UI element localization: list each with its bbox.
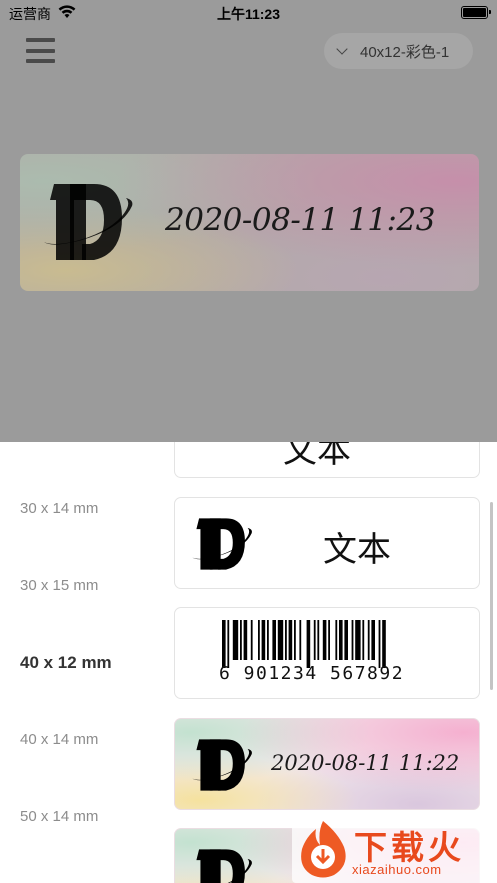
chevron-down-icon [336,43,348,55]
barcode-bar [288,620,293,660]
hamburger-menu-icon[interactable] [26,38,55,63]
flame-logo-icon [301,821,346,878]
scrollbar[interactable] [490,502,493,690]
size-item-30x14[interactable]: 30 x 14 mm [20,500,98,517]
barcode-bar [367,620,370,660]
battery-icon [461,6,491,19]
barcode-bar [232,620,239,660]
dp-logo-icon [192,739,252,791]
dp-logo-icon [44,184,133,260]
barcode-bar [339,620,343,660]
barcode-bar [227,620,230,668]
barcode-bar [378,620,381,668]
size-item-40x12[interactable]: 40 x 12 mm [20,653,112,673]
barcode-bar [285,620,287,660]
barcode-bar [267,620,269,660]
template-date-text: 2020-08-11 11:22 [271,751,460,775]
barcode-bar [328,620,330,660]
label-type-selector[interactable]: 40x12-彩色-1 [324,33,473,69]
barcode-bar [277,620,284,660]
barcode-bar [258,620,260,660]
template-text: 文本 [283,442,351,471]
barcode-digits: 6 901234 567892 [219,663,405,684]
status-bar: 运营商 上午11:23 [0,0,497,26]
barcode-bar [322,620,327,660]
label-type-value: 40x12-彩色-1 [360,43,450,61]
barcode-bar [306,620,311,668]
barcode-bar [344,620,348,660]
barcode-bar [294,620,296,660]
barcode-bar [351,620,354,660]
barcode-bar [261,620,266,660]
template-text: 文本 [323,530,391,570]
barcode-bar [313,620,316,660]
barcode-bar [272,620,276,660]
editor-background: 40x12-彩色-1 2020-08-11 11:23 [0,26,497,442]
barcode-bar [222,620,226,668]
barcode-bar [355,620,361,660]
barcode-bar [317,620,320,660]
clock: 上午11:23 [216,6,281,22]
barcode-bar [243,620,248,660]
template-card-logo-text[interactable]: 文本 [174,497,480,589]
dp-logo-icon [196,849,252,883]
dp-logo-icon [192,518,252,570]
barcode-bar [371,620,375,660]
template-card-barcode[interactable]: 6 901234 567892 [174,607,480,699]
watermark: 下载火 xiazaihuo.com [292,817,492,883]
preview-date-text: 2020-08-11 11:23 [165,202,435,238]
size-item-30x15[interactable]: 30 x 15 mm [20,577,98,594]
template-card-color-date[interactable]: 2020-08-11 11:22 [174,718,480,810]
barcode-bar [382,620,386,668]
barcode-bar [240,620,242,660]
barcode-bar [335,620,338,660]
size-item-50x14[interactable]: 50 x 14 mm [20,808,98,825]
label-preview[interactable]: 2020-08-11 11:23 [20,154,479,291]
barcode-bar [250,620,253,660]
barcode-graphic [222,620,386,668]
size-item-40x14[interactable]: 40 x 14 mm [20,731,98,748]
barcode-bar [362,620,365,660]
barcode-bar [299,620,302,660]
template-card-text[interactable]: 文本 [174,442,480,478]
watermark-url: xiazaihuo.com [352,862,442,877]
